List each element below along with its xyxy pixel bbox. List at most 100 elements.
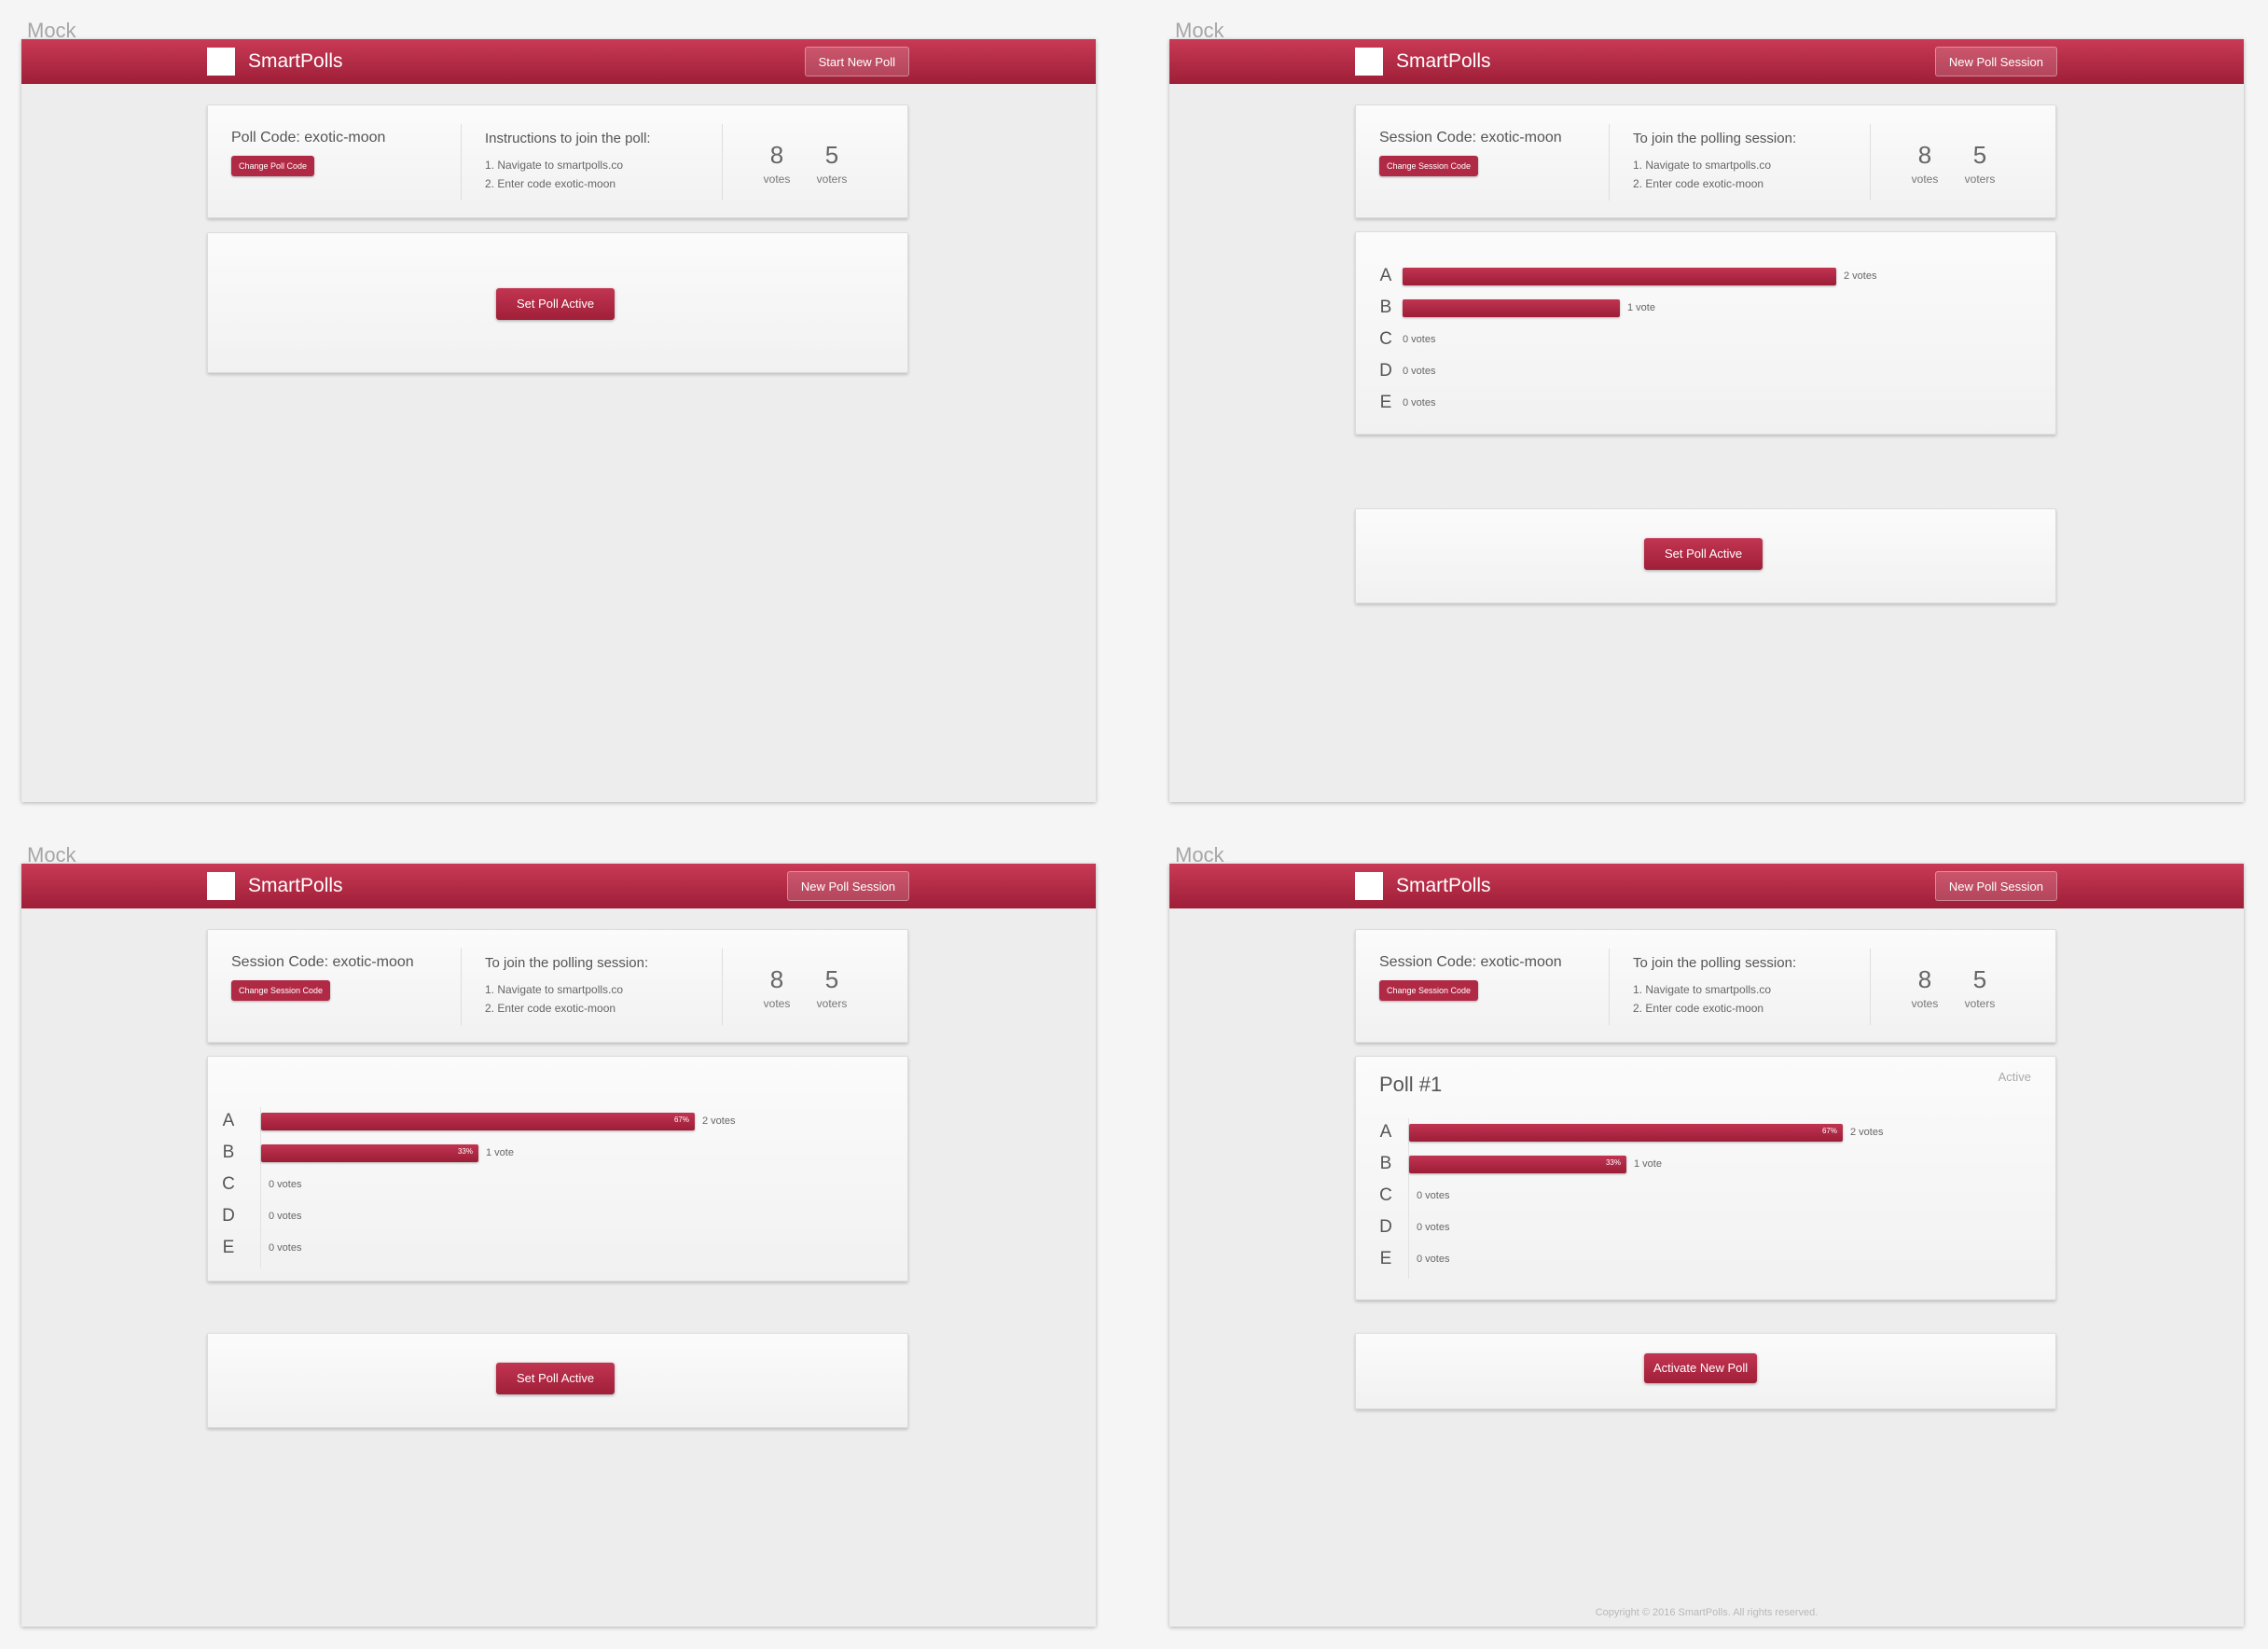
voters-count: 5: [1972, 965, 1987, 993]
instruction-step-1: 1. Navigate to smartpolls.co: [1633, 159, 1772, 172]
divider: [1609, 949, 1610, 1025]
change-session-code-button[interactable]: Change Session Code: [231, 980, 331, 1001]
votes-count: 8: [769, 965, 784, 993]
results-axis: [1408, 1118, 1409, 1279]
option-letter: B: [222, 1143, 235, 1162]
votes-label: votes: [1911, 997, 1939, 1010]
vote-count-label: 1 vote: [1627, 302, 1655, 313]
vote-count-label: 2 votes: [702, 1116, 736, 1127]
option-letter: D: [1379, 1217, 1392, 1237]
poll-status: Active: [1998, 1070, 2031, 1084]
session-code-label: Session Code: exotic-moon: [1379, 954, 1562, 970]
option-letter: E: [222, 1238, 235, 1257]
option-letter: D: [222, 1206, 235, 1226]
divider: [722, 124, 723, 201]
vote-count-label: 0 votes: [1403, 366, 1436, 377]
divider: [722, 949, 723, 1025]
divider: [1870, 949, 1871, 1025]
vote-count-label: 0 votes: [269, 1242, 302, 1254]
bar-percent-label: 67%: [1821, 1127, 1837, 1135]
action-card: Set Poll Active: [207, 232, 908, 373]
option-letter: B: [1379, 1154, 1392, 1173]
instructions-title: To join the polling session:: [485, 955, 649, 971]
new-poll-session-button[interactable]: New Poll Session: [1934, 47, 2057, 76]
poll-card: Poll #1 Active A 67% 2 votes B 33% 1 vote C 0 v…: [1355, 1056, 2056, 1300]
new-poll-session-button[interactable]: New Poll Session: [1934, 871, 2057, 901]
bar-percent-label: 33%: [457, 1147, 473, 1156]
votes-count: 8: [1917, 141, 1932, 169]
result-bar: [1403, 299, 1620, 317]
votes-label: votes: [763, 173, 791, 186]
instruction-step-2: 2. Enter code exotic-moon: [1633, 177, 1764, 190]
instruction-step-2: 2. Enter code exotic-moon: [485, 177, 616, 190]
result-bar: 67%: [261, 1113, 695, 1130]
change-poll-code-button[interactable]: Change Poll Code: [231, 156, 315, 176]
results-card: A 2 votes B 1 vote C 0 votes D 0 votes E 0 votes: [1355, 231, 2056, 435]
votes-count: 8: [769, 141, 784, 169]
instruction-step-2: 2. Enter code exotic-moon: [1633, 1002, 1764, 1015]
result-bar: 33%: [261, 1144, 478, 1162]
voters-count: 5: [824, 141, 839, 169]
navbar: SmartPolls New Poll Session: [21, 864, 1096, 908]
option-letter: C: [222, 1174, 235, 1194]
instructions-title: Instructions to join the poll:: [485, 131, 651, 146]
voters-label: voters: [816, 997, 848, 1010]
new-poll-session-button[interactable]: New Poll Session: [786, 871, 909, 901]
session-info-card: Session Code: exotic-moon Change Session…: [207, 929, 908, 1043]
divider: [461, 124, 462, 201]
voters-count: 5: [824, 965, 839, 993]
voters-label: voters: [1964, 173, 1996, 186]
vote-count-label: 1 vote: [486, 1147, 514, 1158]
vote-count-label: 0 votes: [269, 1211, 302, 1222]
session-code-label: Session Code: exotic-moon: [231, 954, 414, 970]
copyright-text: Copyright © 2016 SmartPolls. All rights …: [1595, 1607, 1819, 1618]
change-session-code-button[interactable]: Change Session Code: [1379, 980, 1479, 1001]
action-card: Set Poll Active: [207, 1333, 908, 1428]
instruction-step-1: 1. Navigate to smartpolls.co: [1633, 983, 1772, 996]
vote-count-label: 0 votes: [269, 1179, 302, 1190]
action-card: Set Poll Active: [1355, 508, 2056, 603]
session-info-card: Session Code: exotic-moon Change Session…: [1355, 929, 2056, 1043]
activate-new-poll-button[interactable]: Activate New Poll: [1644, 1353, 1758, 1383]
square-logo-icon: [1355, 48, 1383, 76]
brand-name: SmartPolls: [1396, 875, 1491, 896]
app-window: SmartPolls New Poll Session Session Code…: [1169, 864, 2244, 1627]
instruction-step-1: 1. Navigate to smartpolls.co: [485, 159, 624, 172]
navbar: SmartPolls Start New Poll: [21, 39, 1096, 84]
votes-label: votes: [1911, 173, 1939, 186]
poll-code-label: Poll Code: exotic-moon: [231, 130, 386, 146]
vote-count-label: 1 vote: [1634, 1158, 1662, 1170]
voters-count: 5: [1972, 141, 1987, 169]
divider: [1609, 124, 1610, 201]
option-letter: D: [1379, 361, 1392, 381]
voters-label: voters: [816, 173, 848, 186]
vote-count-label: 0 votes: [1417, 1222, 1450, 1233]
option-letter: A: [222, 1111, 235, 1130]
change-session-code-button[interactable]: Change Session Code: [1379, 156, 1479, 176]
square-logo-icon: [207, 48, 235, 76]
vote-count-label: 0 votes: [1403, 334, 1436, 345]
set-poll-active-button[interactable]: Set Poll Active: [1644, 538, 1763, 570]
session-code-label: Session Code: exotic-moon: [1379, 130, 1562, 146]
option-letter: C: [1379, 329, 1392, 349]
poll-title: Poll #1: [1379, 1073, 1443, 1096]
divider: [461, 949, 462, 1025]
instruction-step-1: 1. Navigate to smartpolls.co: [485, 983, 624, 996]
results-card: A 67% 2 votes B 33% 1 vote C 0 votes D 0 votes E 0 …: [207, 1056, 908, 1282]
app-window: SmartPolls New Poll Session Session Code…: [1169, 39, 2244, 802]
app-window: SmartPolls New Poll Session Session Code…: [21, 864, 1096, 1627]
option-letter: E: [1379, 1249, 1392, 1268]
set-poll-active-button[interactable]: Set Poll Active: [496, 1363, 615, 1394]
result-bar: 33%: [1409, 1156, 1626, 1173]
divider: [1870, 124, 1871, 201]
brand-name: SmartPolls: [1396, 50, 1491, 72]
session-info-card: Session Code: exotic-moon Change Session…: [1355, 104, 2056, 218]
vote-count-label: 0 votes: [1417, 1254, 1450, 1265]
poll-info-card: Poll Code: exotic-moon Change Poll Code …: [207, 104, 908, 218]
start-new-poll-button[interactable]: Start New Poll: [804, 47, 909, 76]
action-card: Activate New Poll: [1355, 1333, 2056, 1409]
set-poll-active-button[interactable]: Set Poll Active: [496, 288, 615, 320]
bar-percent-label: 67%: [673, 1116, 689, 1124]
instruction-step-2: 2. Enter code exotic-moon: [485, 1002, 616, 1015]
results-axis: [260, 1107, 261, 1268]
